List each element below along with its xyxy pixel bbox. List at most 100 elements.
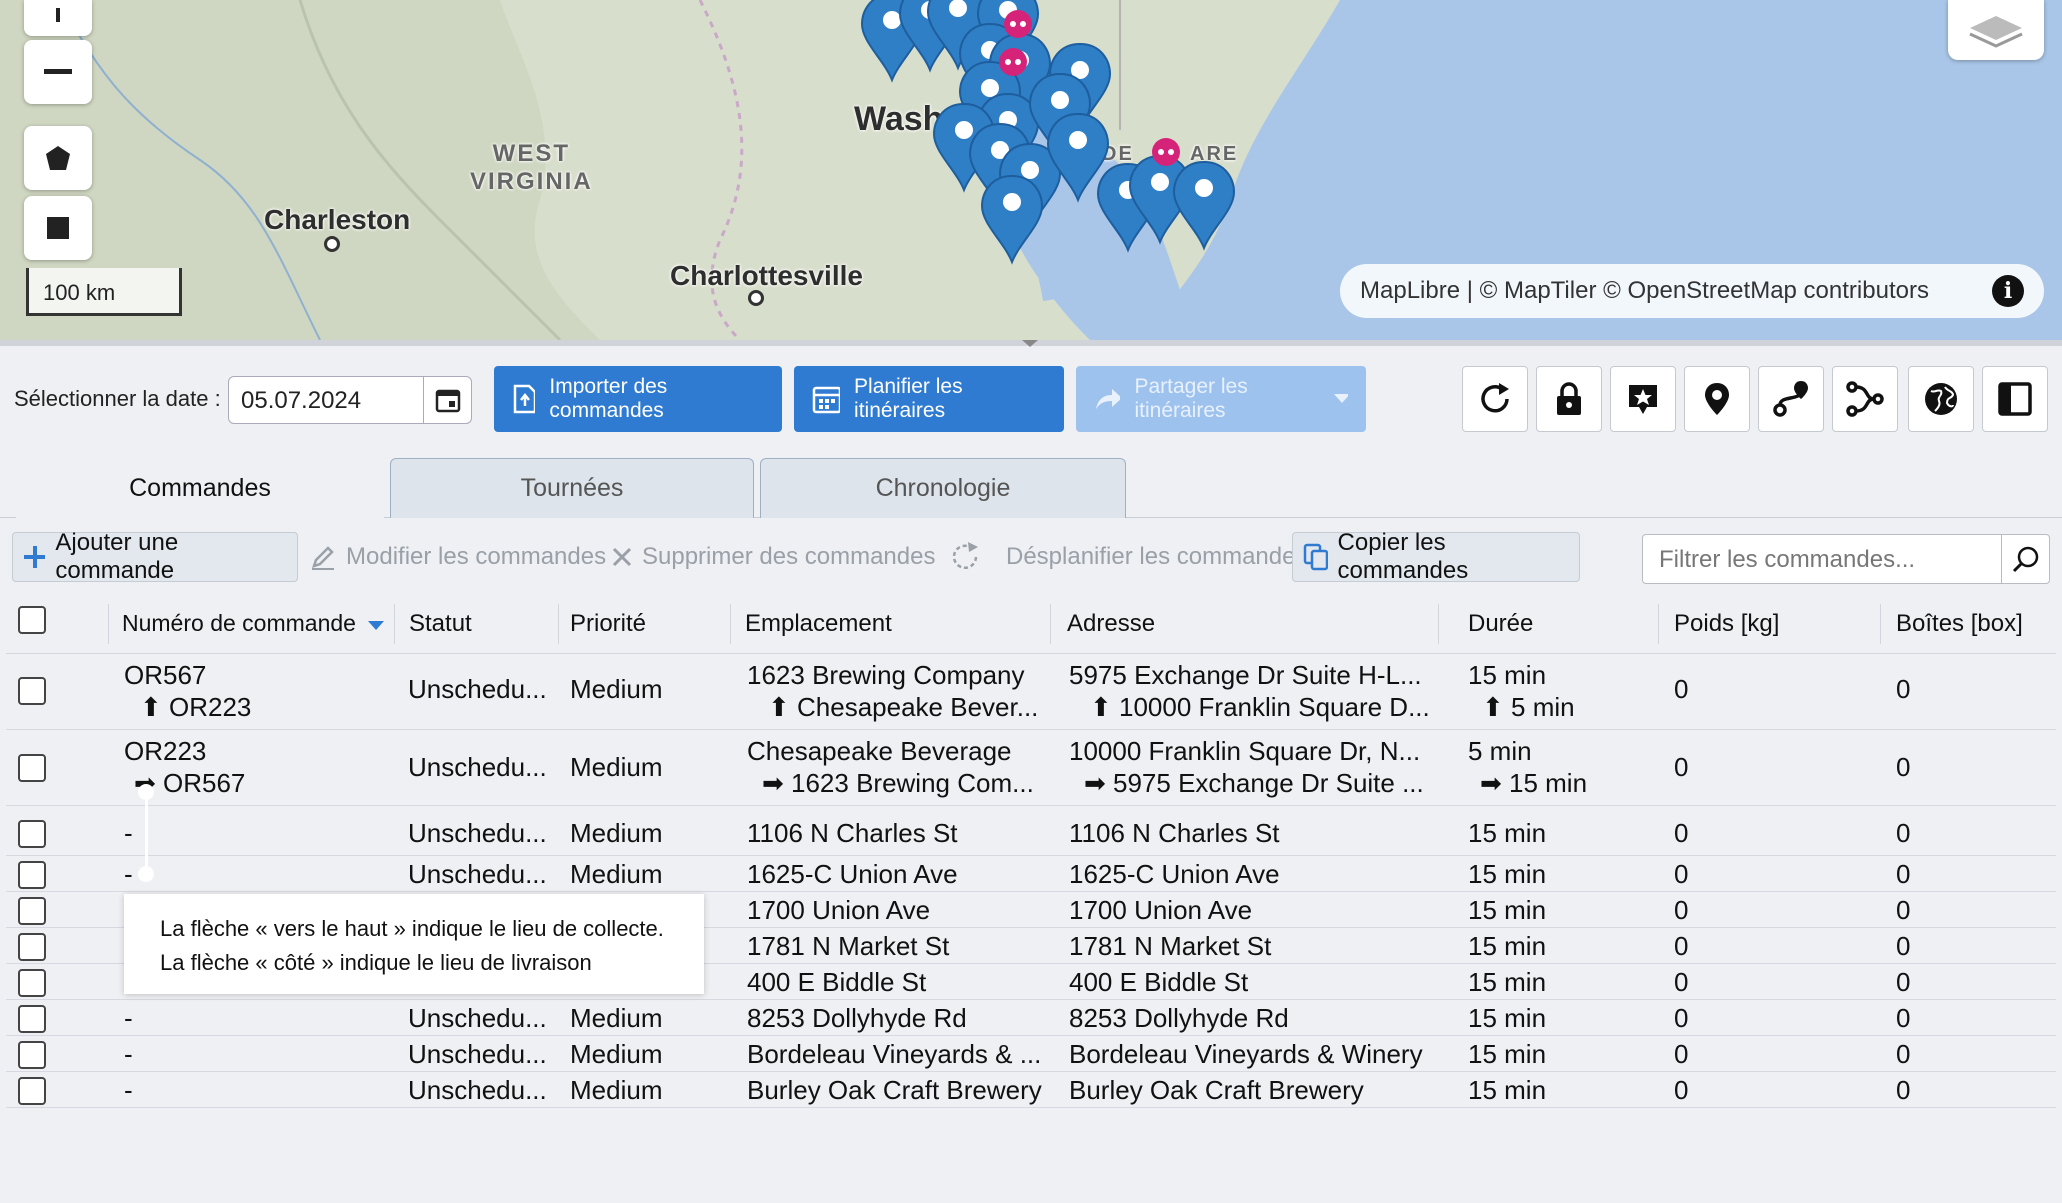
table-row[interactable]: OR567 ⬆ OR223 Unschedu... Medium 1623 Br… <box>6 654 2056 730</box>
row-checkbox[interactable] <box>18 1041 46 1069</box>
close-icon <box>612 547 632 567</box>
row-checkbox[interactable] <box>18 1077 46 1105</box>
map-scale: 100 km <box>26 268 182 316</box>
star-marker-icon <box>1629 385 1657 414</box>
copy-orders-button[interactable]: Copier les commandes <box>1292 529 1580 584</box>
tab-tournees[interactable]: Tournées <box>390 458 754 518</box>
table-row[interactable]: - Unschedu... Medium Bordeleau Vineyards & … <box>6 1036 2056 1072</box>
polygon-tool-button[interactable] <box>24 126 92 190</box>
route-split-button[interactable] <box>1832 366 1898 432</box>
polygon-icon <box>46 146 70 170</box>
column-header-location[interactable]: Emplacement <box>745 610 892 638</box>
order-weight: 0 <box>1674 895 1689 925</box>
column-header-order-number[interactable]: Numéro de commande <box>122 610 385 637</box>
table-row[interactable]: - Unschedu... Medium Burley Oak Craft Brewe… <box>6 1072 2056 1108</box>
tooltip-line-delivery: La flèche « côté » indique le lieu de li… <box>160 950 592 975</box>
search-icon[interactable] <box>2001 535 2049 583</box>
order-priority: Medium <box>570 752 663 782</box>
lock-button[interactable] <box>1536 366 1602 432</box>
order-status: Unschedu... <box>408 1003 547 1033</box>
table-row[interactable]: - Unschedu... Medium 1106 N Charles St 1106 … <box>6 806 2056 856</box>
table-row[interactable]: OR223 ➡ OR567 Unschedu... Medium Chesape… <box>6 730 2056 806</box>
order-number: - <box>124 818 133 848</box>
copy-orders-label: Copier les commandes <box>1337 529 1469 584</box>
route-button[interactable] <box>1758 366 1824 432</box>
layers-icon <box>1969 16 2023 48</box>
unplan-orders-label: Désplanifier les commandes <box>1006 543 1308 570</box>
table-row[interactable]: - Unschedu... Medium 1625-C Union Ave 1625-C… <box>6 856 2056 892</box>
order-priority: Medium <box>570 674 663 704</box>
delete-orders-button[interactable]: Supprimer des commandes <box>602 532 945 582</box>
filter-orders-input[interactable]: Filtrer les commandes... <box>1642 534 2050 584</box>
location-button[interactable] <box>1684 366 1750 432</box>
column-header-address[interactable]: Adresse <box>1067 610 1155 638</box>
layers-button[interactable] <box>1948 0 2044 60</box>
order-duration: 15 min <box>1468 660 1547 690</box>
order-weight: 0 <box>1674 1039 1689 1069</box>
row-checkbox[interactable] <box>18 897 46 925</box>
date-input[interactable]: 05.07.2024 <box>228 376 472 424</box>
rectangle-tool-button[interactable] <box>24 196 92 260</box>
order-address: 8253 Dollyhyde Rd <box>1069 1003 1289 1033</box>
zoom-out-button[interactable] <box>24 40 92 104</box>
caret-down-icon <box>1333 394 1348 403</box>
delete-orders-label: Supprimer des commandes <box>642 543 936 570</box>
table-row[interactable]: - Unschedu... Medium 8253 Dollyhyde Rd 8253 … <box>6 1000 2056 1036</box>
refresh-button[interactable] <box>1462 366 1528 432</box>
order-duration: 15 min <box>1468 1075 1547 1105</box>
route-split-icon <box>1846 381 1884 417</box>
row-checkbox[interactable] <box>18 969 46 997</box>
globe-button[interactable] <box>1908 366 1974 432</box>
row-checkbox[interactable] <box>18 820 46 848</box>
order-status: Unschedu... <box>408 1039 547 1069</box>
square-icon <box>47 217 69 239</box>
orders-table: Numéro de commande Statut Priorité Empla… <box>6 596 2056 1108</box>
column-header-priority[interactable]: Priorité <box>570 610 646 638</box>
plan-routes-button[interactable]: Planifier les itinéraires <box>794 366 1064 432</box>
order-weight: 0 <box>1674 967 1689 997</box>
order-duration: 15 min <box>1468 1039 1547 1069</box>
row-checkbox[interactable] <box>18 861 46 889</box>
order-number: - <box>124 1003 133 1033</box>
column-header-status[interactable]: Statut <box>409 610 472 638</box>
calendar-icon[interactable] <box>423 377 471 423</box>
map-view[interactable]: Charleston Charlottesville Wash WEST VIRG… <box>0 0 2062 340</box>
edit-orders-button[interactable]: Modifier les commandes <box>300 532 616 582</box>
tooltip-line-pickup: La flèche « vers le haut » indique le li… <box>160 916 664 941</box>
panel-toggle-button[interactable] <box>1982 366 2048 432</box>
table-header: Numéro de commande Statut Priorité Empla… <box>6 596 2056 654</box>
row-checkbox[interactable] <box>18 933 46 961</box>
row-checkbox[interactable] <box>18 754 46 782</box>
tab-commandes[interactable]: Commandes <box>16 458 384 518</box>
column-header-duration[interactable]: Durée <box>1468 610 1533 638</box>
column-header-weight[interactable]: Poids [kg] <box>1674 610 1779 638</box>
order-number: - <box>124 1039 133 1069</box>
tooltip-connector <box>145 792 148 874</box>
row-checkbox[interactable] <box>18 677 46 705</box>
order-location: 1700 Union Ave <box>747 895 931 925</box>
map-splitter[interactable] <box>0 340 2062 347</box>
order-address: Bordeleau Vineyards & Winery <box>1069 1039 1423 1069</box>
tab-chronologie[interactable]: Chronologie <box>760 458 1126 518</box>
order-location: 1106 N Charles St <box>747 818 958 848</box>
order-location: Chesapeake Beverage <box>747 736 1012 766</box>
plan-routes-label: Planifier les itinéraires <box>854 375 963 422</box>
refresh-icon <box>952 542 978 570</box>
order-boxes: 0 <box>1896 931 1911 961</box>
favorite-marker-button[interactable] <box>1610 366 1676 432</box>
row-checkbox[interactable] <box>18 1005 46 1033</box>
order-weight: 0 <box>1674 818 1689 848</box>
add-order-button[interactable]: Ajouter une commande <box>12 529 298 584</box>
order-priority: Medium <box>570 859 663 889</box>
share-routes-button[interactable]: Partager les itinéraires <box>1076 366 1366 432</box>
unplan-orders-button[interactable]: Désplanifier les commandes <box>938 532 1317 582</box>
select-all-checkbox[interactable] <box>18 606 46 634</box>
map-attribution: MapLibre | © MapTiler © OpenStreetMap co… <box>1340 264 2044 318</box>
edit-orders-label: Modifier les commandes <box>346 543 607 570</box>
info-icon[interactable]: i <box>1992 275 2024 307</box>
order-address: 5975 Exchange Dr Suite H-L... <box>1069 660 1422 690</box>
column-header-boxes[interactable]: Boîtes [box] <box>1896 610 2023 638</box>
zoom-in-button[interactable] <box>24 0 92 36</box>
import-orders-button[interactable]: Importer des commandes <box>494 366 782 432</box>
order-location: Bordeleau Vineyards & ... <box>747 1039 1042 1069</box>
